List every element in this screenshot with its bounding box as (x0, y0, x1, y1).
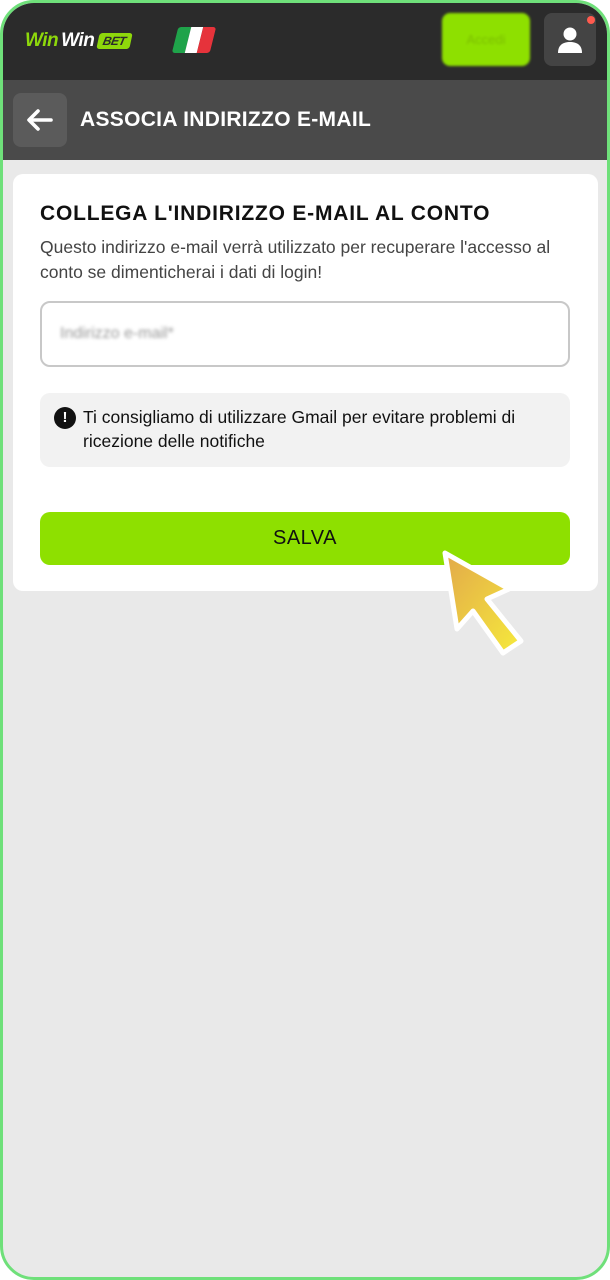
user-icon (558, 27, 582, 53)
pointer-cursor-icon (442, 550, 524, 656)
card-title: COLLEGA L'INDIRIZZO E-MAIL AL CONTO (40, 202, 491, 225)
brand-logo[interactable]: Win Win BET (25, 29, 133, 53)
email-link-card: COLLEGA L'INDIRIZZO E-MAIL AL CONTO Ques… (13, 174, 598, 591)
login-button[interactable]: Accedi (442, 13, 530, 66)
email-input[interactable]: Indirizzo e-mail* (40, 301, 570, 367)
phone-frame: Win Win BET Accedi ASSOCIA INDIRIZZO E-M… (0, 0, 610, 1280)
page-title: ASSOCIA INDIRIZZO E-MAIL (80, 108, 372, 131)
top-bar: Win Win BET Accedi (3, 3, 607, 80)
back-button[interactable] (13, 93, 67, 147)
card-description: Questo indirizzo e-mail verrà utilizzato… (40, 237, 551, 282)
logo-text-part2: Win (61, 30, 95, 51)
email-placeholder: Indirizzo e-mail* (60, 325, 174, 342)
gmail-tip-notice: ! Ti consigliamo di utilizzare Gmail per… (40, 393, 570, 467)
page-header: ASSOCIA INDIRIZZO E-MAIL (3, 80, 607, 160)
notification-dot (587, 16, 595, 24)
italy-flag-icon[interactable] (171, 27, 217, 53)
logo-text-part1: Win (25, 30, 59, 51)
tip-text: Ti consigliamo di utilizzare Gmail per e… (83, 407, 516, 451)
arrow-left-icon (27, 109, 53, 131)
exclamation-icon: ! (54, 407, 76, 429)
logo-bet-badge: BET (96, 33, 133, 49)
